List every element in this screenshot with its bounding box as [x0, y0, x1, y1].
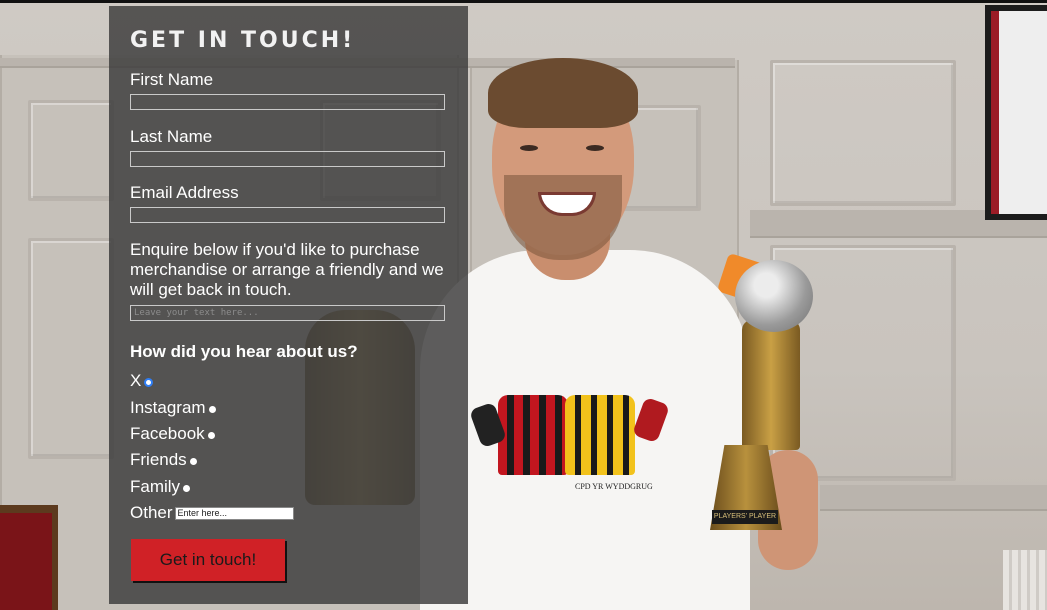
form-title: GET IN TOUCH! — [130, 28, 356, 53]
red-chair — [0, 505, 58, 610]
option-friends[interactable]: Friends — [130, 450, 197, 470]
trophy-plate: PLAYERS' PLAYER — [712, 510, 778, 524]
message-field[interactable] — [130, 305, 445, 321]
wall-rail — [820, 485, 1047, 509]
option-instagram[interactable]: Instagram — [130, 398, 216, 418]
option-label: Facebook — [130, 424, 205, 443]
radio-button[interactable] — [207, 431, 215, 439]
radio-button[interactable] — [183, 484, 191, 492]
last-name-label: Last Name — [130, 127, 213, 146]
framed-shirt-picture — [985, 5, 1047, 220]
first-name-field[interactable] — [130, 94, 445, 110]
door-panel — [28, 238, 114, 459]
radiator — [1003, 550, 1047, 610]
trophy-ball — [735, 260, 813, 332]
eye — [586, 145, 604, 151]
first-name-label: First Name — [130, 70, 214, 89]
option-facebook[interactable]: Facebook — [130, 424, 215, 444]
email-label: Email Address — [130, 183, 239, 202]
top-border — [0, 0, 1047, 3]
option-x[interactable]: X — [130, 371, 154, 391]
enquire-text: Enquire below if you'd like to purchase … — [130, 240, 444, 299]
contact-form: GET IN TOUCH! First Name Last Name Email… — [109, 6, 468, 604]
yellow-jersey-print — [565, 395, 635, 475]
hair — [488, 58, 638, 128]
last-name-field[interactable] — [130, 151, 445, 167]
option-other[interactable]: Other — [130, 503, 294, 523]
submit-button[interactable]: Get in touch! — [131, 539, 285, 581]
eye — [520, 145, 538, 151]
referral-question: How did you hear about us? — [130, 342, 358, 361]
shirt-text: CPD YR WYDDGRUG — [575, 482, 653, 491]
option-label: Family — [130, 477, 181, 496]
other-input[interactable] — [174, 506, 294, 520]
radio-button[interactable] — [208, 405, 216, 413]
radio-button-selected[interactable] — [144, 377, 154, 387]
radio-button[interactable] — [189, 457, 197, 465]
option-label: Instagram — [130, 398, 206, 417]
option-family[interactable]: Family — [130, 477, 191, 497]
email-field[interactable] — [130, 207, 445, 223]
door-panel — [28, 100, 114, 201]
trophy-stem — [742, 320, 800, 450]
option-label: X — [130, 371, 142, 390]
red-jersey-print — [498, 395, 568, 475]
option-label: Other — [130, 503, 173, 522]
option-label: Friends — [130, 450, 187, 469]
